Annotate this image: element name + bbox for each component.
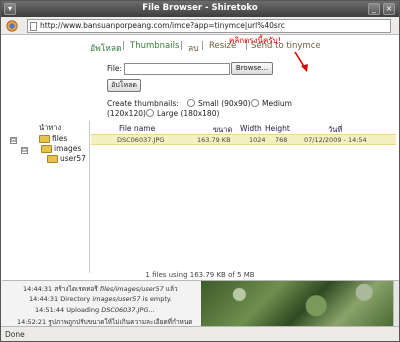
log-line: 14:44:31 สร้างไดเรคทอรี files/images/use… [23, 285, 178, 293]
upload-button[interactable]: อัปโหลด [107, 79, 141, 92]
browser-icon [6, 20, 18, 32]
tab-delete[interactable]: ลบ [188, 41, 199, 55]
file-height-cell: 768 [275, 136, 288, 144]
close-icon[interactable]: × [383, 3, 395, 15]
col-width[interactable]: Width [240, 124, 262, 133]
directory-tree: ⊟ files ⊟ images user57 [1, 131, 89, 271]
thumb-small-radio[interactable] [187, 99, 195, 107]
file-path-input[interactable] [124, 63, 230, 75]
file-size-cell: 163.79 KB [197, 136, 231, 144]
col-file-name[interactable]: File name [119, 124, 155, 133]
thumb-large-label: Large (180x180) [157, 109, 220, 118]
preview-scrollbar[interactable] [393, 281, 399, 326]
file-label: File: [107, 64, 123, 73]
collapse-files-icon[interactable]: ⊟ [10, 137, 17, 144]
window-title: File Browser - Shiretoko [142, 3, 258, 13]
thumb-medium-label: Medium [262, 99, 292, 108]
address-bar: http://www.bansuanporpeang.com/imce?app=… [1, 17, 399, 35]
col-height[interactable]: Height [265, 124, 290, 133]
minimize-icon[interactable]: _ [368, 3, 380, 15]
folder-icon [41, 145, 52, 153]
tab-upload[interactable]: อัพโหลด [90, 41, 122, 55]
url-field[interactable]: http://www.bansuanporpeang.com/imce?app=… [27, 19, 391, 33]
tree-item-user57[interactable]: user57 [60, 154, 86, 163]
thumb-medium-radio[interactable] [251, 99, 259, 107]
file-width-cell: 1024 [249, 136, 266, 144]
create-thumbnails-label: Create thumbnails: [107, 99, 179, 108]
thumb-small-label: Small (90x90) [198, 99, 251, 108]
log-line: 14:52:21 รูปภาพถูกปรับขนาดให้ไม่เกินความ… [17, 318, 193, 326]
annotation-text: คลิกตรงนี้ครับ! [229, 36, 281, 45]
thumb-medium-size: (120x120) [107, 109, 146, 118]
usage-summary: 1 files using 163.79 KB of 5 MB [145, 271, 255, 279]
log-line: 14:51:44 Uploading DSC06037.JPG... [35, 306, 155, 314]
status-bar: Done [1, 326, 399, 341]
image-preview [201, 281, 393, 326]
tab-thumbnails[interactable]: Thumbnails [130, 41, 179, 51]
tree-item-files[interactable]: files [52, 134, 67, 143]
tree-item-images[interactable]: images [54, 144, 81, 153]
log-line: 14:44:31 Directory images/user57 is empt… [29, 295, 172, 303]
status-text: Done [5, 330, 25, 339]
browse-button[interactable]: Browse... [231, 62, 273, 75]
title-bar: ▾ File Browser - Shiretoko _ × [1, 1, 399, 17]
browser-window: ▾ File Browser - Shiretoko _ × http://ww… [0, 0, 400, 342]
message-log: 14:44:31 สร้างไดเรคทอรี files/images/use… [1, 281, 201, 326]
folder-icon [39, 135, 50, 143]
folder-icon [47, 155, 58, 163]
page-icon [30, 22, 37, 31]
file-date-cell: 07/12/2009 - 14:54 [304, 136, 367, 144]
imce-tabs: อัพโหลด | Thumbnails | ลบ | Resize | Sen… [90, 41, 321, 55]
pane-divider[interactable] [89, 121, 90, 273]
thumb-large-radio[interactable] [146, 109, 154, 117]
annotation-arrow-icon [294, 51, 308, 72]
collapse-images-icon[interactable]: ⊟ [21, 147, 28, 154]
file-name-cell: DSC06037.JPG [117, 136, 165, 144]
url-text: http://www.bansuanporpeang.com/imce?app=… [40, 21, 285, 30]
